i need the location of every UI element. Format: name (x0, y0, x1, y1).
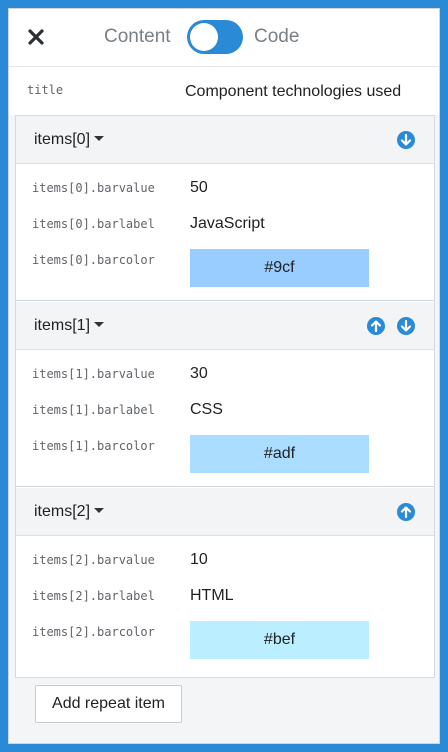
item-header: items[1] (16, 302, 434, 350)
barcolor-value: #9cf (264, 259, 295, 276)
title-value[interactable]: Component technologies used (185, 83, 401, 101)
caret-down-icon (94, 508, 105, 513)
barvalue-key: items[0].barvalue (32, 181, 155, 195)
item-toggle[interactable]: items[1] (34, 317, 105, 335)
barcolor-key: items[1].barcolor (32, 439, 155, 453)
caret-down-icon (94, 136, 105, 141)
item-title-label: items[1] (34, 317, 91, 334)
barvalue-key: items[1].barvalue (32, 367, 155, 381)
repeat-item: items[0] items[0].barvalue 50 items[0].b… (16, 116, 434, 301)
move-up-icon[interactable] (396, 502, 416, 522)
item-body: items[2].barvalue 10 items[2].barlabel H… (16, 536, 434, 673)
barlabel-key: items[0].barlabel (32, 217, 155, 231)
title-field-row: title Component technologies used (9, 67, 439, 115)
barcolor-key: items[0].barcolor (32, 253, 155, 267)
barvalue-value[interactable]: 50 (190, 179, 208, 197)
item-body: items[1].barvalue 30 items[1].barlabel C… (16, 350, 434, 487)
caret-down-icon (94, 322, 105, 327)
mode-code-label[interactable]: Code (254, 26, 299, 48)
barcolor-value: #bef (263, 631, 296, 648)
item-header: items[2] (16, 488, 434, 536)
barlabel-value[interactable]: JavaScript (190, 215, 265, 233)
mode-toggle[interactable] (187, 20, 243, 54)
add-repeat-item-button[interactable]: Add repeat item (35, 685, 182, 723)
close-icon (28, 29, 44, 45)
barlabel-value[interactable]: CSS (190, 401, 223, 419)
barcolor-value: #adf (263, 445, 296, 462)
item-title-label: items[2] (34, 503, 91, 520)
barvalue-value[interactable]: 30 (190, 365, 208, 383)
item-toggle[interactable]: items[2] (34, 503, 105, 521)
move-up-icon[interactable] (366, 316, 386, 336)
move-down-icon[interactable] (396, 130, 416, 150)
repeat-items-list: items[0] items[0].barvalue 50 items[0].b… (15, 115, 435, 678)
barvalue-value[interactable]: 10 (190, 551, 208, 569)
close-button[interactable] (24, 25, 48, 49)
item-title-label: items[0] (34, 131, 91, 148)
item-body: items[0].barvalue 50 items[0].barlabel J… (16, 164, 434, 301)
barcolor-swatch[interactable]: #9cf (190, 249, 369, 287)
barlabel-key: items[1].barlabel (32, 403, 155, 417)
barvalue-key: items[2].barvalue (32, 553, 155, 567)
barcolor-swatch[interactable]: #bef (190, 621, 369, 659)
move-down-icon[interactable] (396, 316, 416, 336)
repeat-item: items[2] items[2].barvalue 10 items[2].b… (16, 488, 434, 673)
editor-panel: Content Code title Component technologie… (8, 8, 440, 744)
barcolor-key: items[2].barcolor (32, 625, 155, 639)
toolbar: Content Code (9, 9, 439, 67)
repeat-item: items[1] items[1].barvalue 30 items[1].b… (16, 302, 434, 487)
barlabel-value[interactable]: HTML (190, 587, 234, 605)
item-header: items[0] (16, 116, 434, 164)
mode-content-label[interactable]: Content (104, 26, 171, 48)
barcolor-swatch[interactable]: #adf (190, 435, 369, 473)
barlabel-key: items[2].barlabel (32, 589, 155, 603)
item-toggle[interactable]: items[0] (34, 131, 105, 149)
toggle-knob (190, 23, 218, 51)
title-key: title (27, 83, 64, 97)
